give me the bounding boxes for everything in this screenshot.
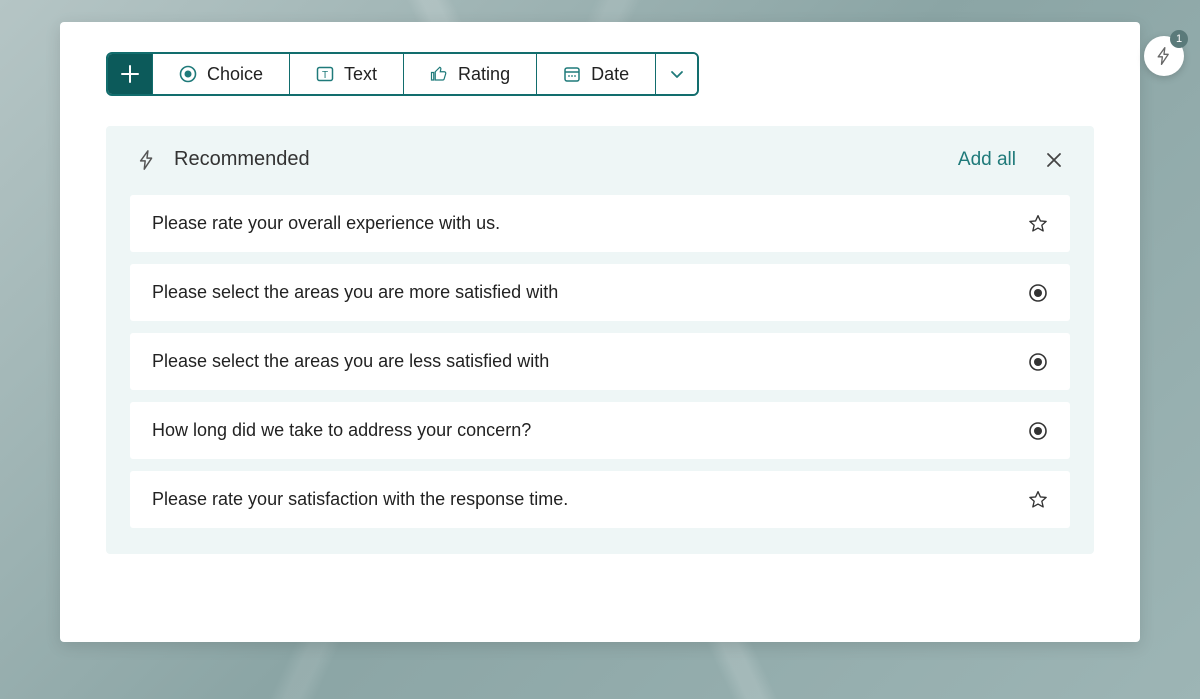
recommended-item-text: Please select the areas you are less sat… [152,351,549,372]
date-label: Date [591,64,629,85]
recommended-title: Recommended [174,148,310,171]
choice-label: Choice [207,64,263,85]
radio-icon [1028,352,1048,372]
recommended-item-text: Please rate your satisfaction with the r… [152,489,568,510]
svg-text:T: T [322,70,328,81]
recommended-item-text: Please select the areas you are more sat… [152,282,558,303]
text-icon: T [316,65,334,83]
lightning-icon [1154,46,1174,66]
text-label: Text [344,64,377,85]
question-type-toolbar: Choice T Text Rating Date [106,52,699,96]
form-builder-card: Choice T Text Rating Date [60,22,1140,642]
recommended-item[interactable]: Please select the areas you are less sat… [130,333,1070,390]
text-type-button[interactable]: T Text [289,54,403,94]
recommended-header: Recommended Add all [130,148,1070,171]
chevron-down-icon [669,66,685,82]
radio-icon [1028,283,1048,303]
plus-icon [120,64,140,84]
recommended-item-text: Please rate your overall experience with… [152,213,500,234]
close-recommended-button[interactable] [1044,150,1064,170]
close-icon [1044,150,1064,170]
radio-icon [1028,421,1048,441]
radio-icon [179,65,197,83]
suggestions-floating-button[interactable]: 1 [1144,36,1184,76]
add-question-button[interactable] [108,54,152,94]
recommended-item[interactable]: Please rate your satisfaction with the r… [130,471,1070,528]
thumbs-up-icon [430,65,448,83]
recommended-panel: Recommended Add all Please rate your ove… [106,126,1094,554]
recommended-item[interactable]: Please rate your overall experience with… [130,195,1070,252]
lightning-icon [136,149,158,171]
add-all-button[interactable]: Add all [958,149,1016,171]
choice-type-button[interactable]: Choice [152,54,289,94]
rating-label: Rating [458,64,510,85]
recommended-list: Please rate your overall experience with… [130,195,1070,528]
suggestions-count-badge: 1 [1170,30,1188,48]
calendar-icon [563,65,581,83]
recommended-item[interactable]: Please select the areas you are more sat… [130,264,1070,321]
recommended-item-text: How long did we take to address your con… [152,420,531,441]
star-icon [1028,490,1048,510]
recommended-item[interactable]: How long did we take to address your con… [130,402,1070,459]
date-type-button[interactable]: Date [536,54,655,94]
rating-type-button[interactable]: Rating [403,54,536,94]
star-icon [1028,214,1048,234]
more-types-dropdown[interactable] [655,54,697,94]
